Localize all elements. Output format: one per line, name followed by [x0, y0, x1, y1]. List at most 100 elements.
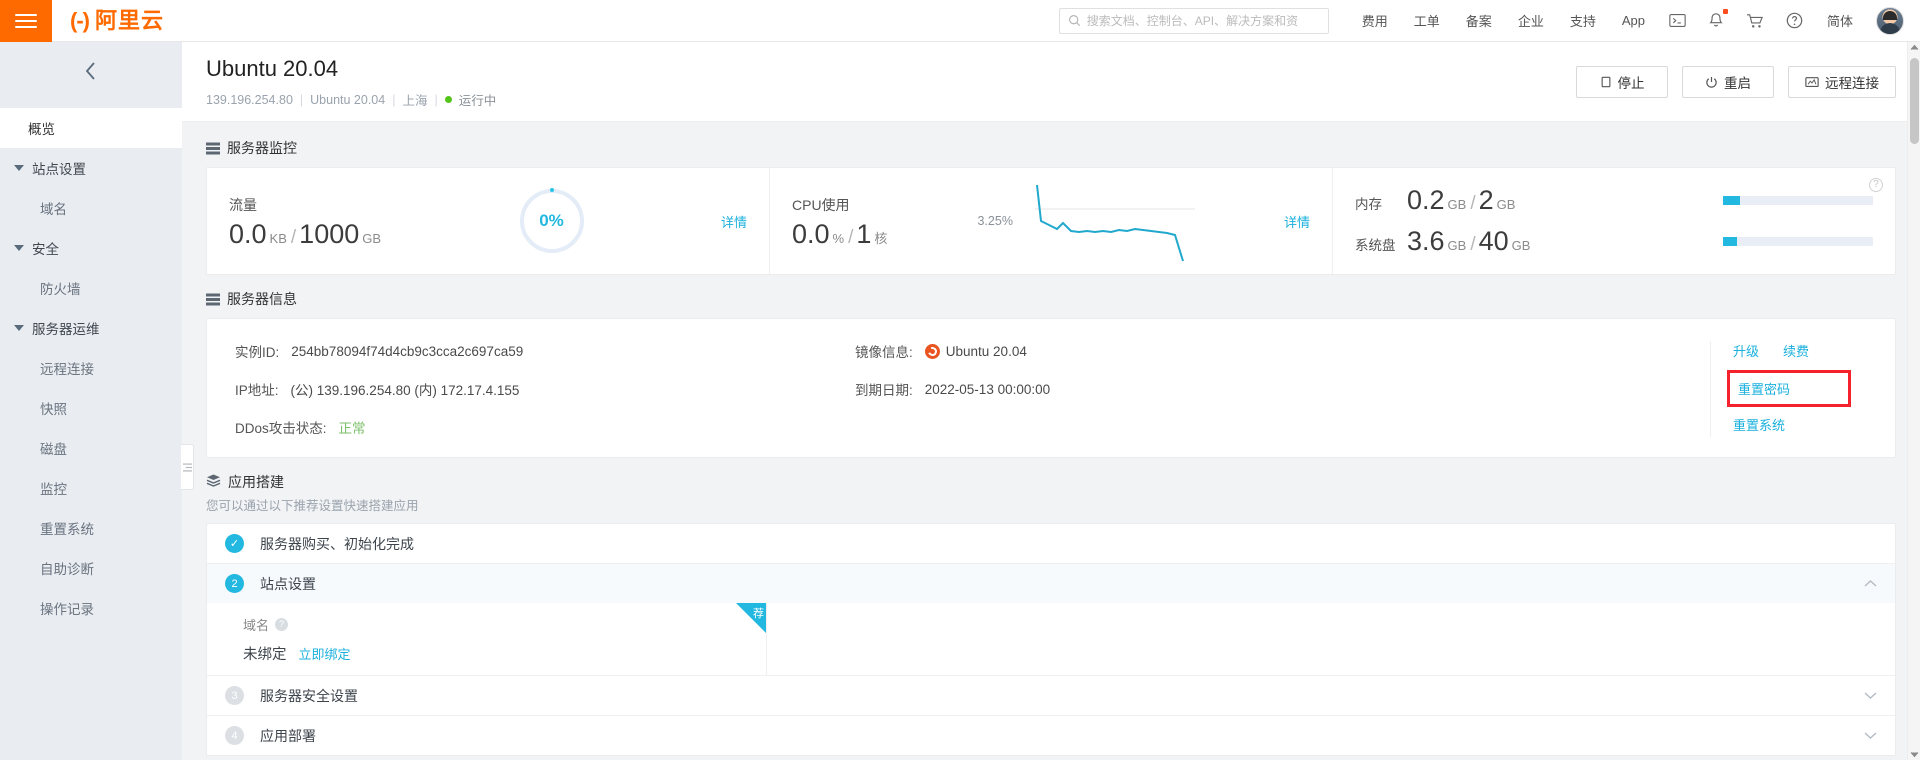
separator: |: [299, 92, 304, 107]
domain-panel-label: 域名 ?: [243, 615, 744, 634]
memory-disk-card: ? 内存 0.2 GB/2 GB 系统盘 3.6 GB/40 GB: [1332, 168, 1895, 275]
memory-total-unit: GB: [1496, 197, 1516, 213]
help-circle-icon[interactable]: ?: [1869, 178, 1883, 193]
step-4-header[interactable]: 4 应用部署: [207, 716, 1895, 755]
disk-progress-bar: [1723, 237, 1873, 247]
chevron-up-icon[interactable]: [1864, 579, 1877, 588]
topnav-fees[interactable]: 费用: [1349, 0, 1401, 42]
step-2-header[interactable]: 2 站点设置: [207, 564, 1895, 604]
page-title: Ubuntu 20.04: [206, 56, 339, 81]
language-switcher[interactable]: 简体: [1814, 0, 1866, 42]
reset-password-link[interactable]: 重置密码: [1738, 382, 1790, 397]
user-avatar[interactable]: [1876, 6, 1904, 35]
bell-icon[interactable]: [1697, 0, 1735, 42]
expire-date-row: 到期日期: 2022-05-13 00:00:00: [855, 379, 1682, 399]
sidebar-collapse-button[interactable]: [0, 42, 182, 100]
page-layout: 概览 站点设置 域名 安全 防火墙 服务器运维 远程连接 快照 磁盘 监控 重置…: [0, 42, 1920, 760]
expire-date-value: 2022-05-13 00:00:00: [924, 381, 1051, 397]
step-1-label: 服务器购买、初始化完成: [260, 535, 414, 552]
sidebar-item-snapshot[interactable]: 快照: [0, 388, 182, 428]
separator: |: [434, 92, 438, 107]
sidebar-item-overview[interactable]: 概览: [0, 108, 182, 148]
memory-label: 内存: [1355, 197, 1382, 213]
chevron-down-icon[interactable]: [1864, 691, 1877, 700]
search-icon: [1068, 15, 1080, 27]
memory-disk-rows: 内存 0.2 GB/2 GB 系统盘 3.6 GB/40 GB: [1355, 187, 1873, 255]
stop-button[interactable]: 停止: [1576, 66, 1668, 98]
topnav-enterprise[interactable]: 企业: [1505, 0, 1557, 42]
recommend-ribbon-label: 荐: [753, 608, 764, 621]
reset-system-link[interactable]: 重置系统: [1733, 415, 1867, 434]
step-3: 3 服务器安全设置: [207, 676, 1895, 717]
topnav-icp[interactable]: 备案: [1453, 0, 1505, 42]
app-build-subtitle: 您可以通过以下推荐设置快速搭建应用: [206, 499, 419, 514]
traffic-used: 0.0: [229, 218, 267, 249]
sidebar-item-self-diagnosis[interactable]: 自助诊断: [0, 548, 182, 588]
page-scrollbar[interactable]: [1907, 42, 1920, 760]
cpu-detail-link[interactable]: 详情: [1284, 212, 1310, 231]
topnav-support[interactable]: 支持: [1557, 0, 1609, 42]
remote-connect-button[interactable]: 远程连接: [1788, 66, 1896, 98]
sidebar-group-security[interactable]: 安全: [0, 228, 182, 268]
sidebar-item-remote-connect[interactable]: 远程连接: [0, 348, 182, 388]
main-content: Ubuntu 20.04 139.196.254.80 | Ubuntu 20.…: [182, 42, 1920, 760]
page-header-text: Ubuntu 20.04 139.196.254.80 | Ubuntu 20.…: [206, 56, 496, 109]
traffic-value: 0.0 KB/1000 GB: [229, 218, 382, 249]
sidebar-item-reset-system[interactable]: 重置系统: [0, 508, 182, 548]
terminal-icon[interactable]: [1658, 0, 1697, 42]
cpu-card: CPU使用 0.0%/1 核 3.25% 详情: [769, 168, 1332, 275]
sidebar-group-site-settings[interactable]: 站点设置: [0, 148, 182, 188]
scroll-down-arrow[interactable]: [1910, 751, 1919, 758]
sidebar-toggle-handle[interactable]: [181, 444, 194, 490]
upgrade-link[interactable]: 升级: [1733, 341, 1759, 360]
search-input[interactable]: [1086, 13, 1320, 28]
step-2-status-icon: 2: [225, 574, 244, 594]
bind-domain-link[interactable]: 立即绑定: [299, 644, 351, 663]
traffic-total-unit: GB: [362, 230, 382, 246]
image-info-row: 镜像信息: Ubuntu 20.04: [855, 341, 1682, 361]
topnav-tickets[interactable]: 工单: [1401, 0, 1453, 42]
traffic-label: 流量: [229, 196, 257, 213]
cpu-used-unit: %: [832, 230, 845, 246]
disk-row: 系统盘 3.6 GB/40 GB: [1355, 228, 1873, 255]
question-icon[interactable]: ?: [275, 618, 289, 632]
sidebar: 概览 站点设置 域名 安全 防火墙 服务器运维 远程连接 快照 磁盘 监控 重置…: [0, 42, 194, 760]
step-1-header[interactable]: ✓ 服务器购买、初始化完成: [207, 524, 1895, 563]
renew-link[interactable]: 续费: [1783, 341, 1809, 360]
chevron-down-icon[interactable]: [1864, 731, 1877, 740]
server-monitor-title: 服务器监控: [227, 140, 297, 157]
scrollbar-thumb[interactable]: [1910, 58, 1919, 144]
cart-icon[interactable]: [1735, 0, 1775, 42]
traffic-donut-chart: 0%: [519, 188, 584, 254]
sidebar-item-monitor[interactable]: 监控: [0, 468, 182, 508]
hamburger-icon[interactable]: [0, 0, 52, 42]
restart-button[interactable]: 重启: [1682, 66, 1774, 98]
monitor-section-icon: [206, 142, 220, 155]
sidebar-group-server-ops[interactable]: 服务器运维: [0, 308, 182, 348]
traffic-detail-link[interactable]: 详情: [721, 212, 747, 231]
traffic-text: 流量 0.0 KB/1000 GB: [229, 195, 382, 248]
sidebar-item-disk[interactable]: 磁盘: [0, 428, 182, 468]
traffic-card: 流量 0.0 KB/1000 GB 0% 详情: [207, 168, 769, 274]
sidebar-item-firewall[interactable]: 防火墙: [0, 268, 182, 308]
sidebar-item-label: 服务器运维: [32, 322, 100, 337]
server-info-left: 实例ID: 254bb78094f74d4cb9c3cca2c697ca59 I…: [207, 341, 827, 437]
step-2: 2 站点设置 荐 域名 ? 未绑定 立即绑定: [207, 564, 1895, 677]
step-3-header[interactable]: 3 服务器安全设置: [207, 676, 1895, 715]
sidebar-item-domain[interactable]: 域名: [0, 188, 182, 228]
step-2-body: 荐 域名 ? 未绑定 立即绑定: [207, 603, 1895, 676]
sidebar-item-label: 重置系统: [40, 522, 94, 537]
sidebar-item-label: 站点设置: [32, 162, 86, 177]
sidebar-item-operation-log[interactable]: 操作记录: [0, 588, 182, 628]
sidebar-item-label: 远程连接: [40, 362, 94, 377]
help-icon[interactable]: [1775, 0, 1814, 42]
global-search[interactable]: [1058, 7, 1329, 34]
step-1: ✓ 服务器购买、初始化完成: [207, 524, 1895, 565]
brand-logo[interactable]: (-) 阿里云: [70, 9, 164, 32]
ddos-status-value: 正常: [338, 421, 366, 437]
step-2-label: 站点设置: [260, 575, 316, 592]
header-actions: 停止 重启 远程连接: [1576, 56, 1896, 98]
scroll-up-arrow[interactable]: [1910, 44, 1919, 51]
topnav-app[interactable]: App: [1609, 0, 1658, 42]
app-build-title: 应用搭建: [228, 474, 284, 491]
